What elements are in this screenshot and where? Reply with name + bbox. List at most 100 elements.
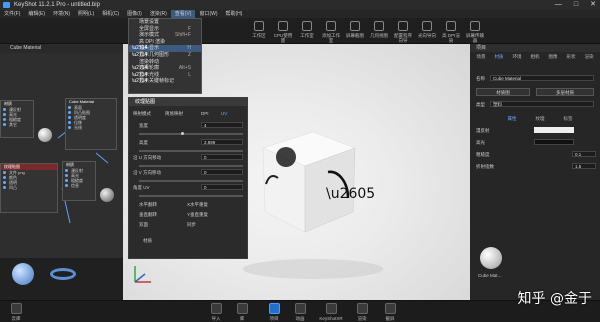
bottom-project[interactable]: 项目 bbox=[262, 303, 286, 322]
menu-image[interactable]: 图像(I) bbox=[123, 10, 146, 18]
menu-view[interactable]: 查看(V) bbox=[170, 10, 196, 18]
angle-uv-input[interactable]: 0 bbox=[201, 184, 243, 190]
node-texture-map[interactable]: 纹理贴图 文件.png 颜色 透明 凹凸 bbox=[0, 163, 58, 213]
library-item-torus[interactable] bbox=[50, 268, 76, 280]
material-thumbnail[interactable] bbox=[480, 247, 502, 269]
u-shift-slider[interactable] bbox=[139, 165, 243, 167]
mode-dpi-radio[interactable]: DPI bbox=[201, 111, 209, 116]
workspace-icon bbox=[254, 21, 264, 31]
bottom-screenshot[interactable]: 截屏 bbox=[378, 303, 402, 322]
material-section-header[interactable]: 材质 bbox=[143, 238, 152, 244]
material-name-field[interactable]: Cube Material bbox=[0, 44, 123, 53]
mode-uv-radio[interactable]: UV bbox=[221, 111, 227, 116]
menu-item-scene-settings[interactable]: 场景设置 bbox=[129, 19, 201, 26]
width-slider[interactable] bbox=[139, 133, 243, 135]
tab-shape[interactable]: 形状 bbox=[562, 54, 580, 60]
tab-camera[interactable]: 相机 bbox=[526, 54, 544, 60]
menu-lighting[interactable]: 照明(L) bbox=[74, 10, 98, 18]
view-dropdown-menu: 场景设置 全屏显示 F 演示模式 Shift+F 高 DPI 渲染 \u2714 轴头… bbox=[128, 18, 202, 94]
menu-item-keyframe-markers[interactable]: \u2714 显示关键帧标记 bbox=[129, 78, 201, 85]
menu-environment[interactable]: 环境(N) bbox=[49, 10, 74, 18]
toolbar-workspace[interactable]: 工作区 bbox=[248, 21, 270, 38]
node-cube-material[interactable]: Cube Material 表面 凹凸贴图 透明度 位移 光线 bbox=[65, 98, 117, 150]
bottom-render[interactable]: 渲染 bbox=[350, 303, 374, 322]
bottom-cloud-library[interactable]: 云库 bbox=[4, 303, 28, 322]
close-button[interactable]: ✕ bbox=[590, 0, 596, 10]
studio-icon bbox=[302, 21, 312, 31]
diffuse-color-swatch[interactable] bbox=[534, 127, 574, 133]
u-shift-input[interactable]: 0 bbox=[201, 154, 243, 160]
library-item-sphere[interactable] bbox=[12, 263, 34, 285]
maximize-button[interactable]: □ bbox=[574, 0, 578, 10]
bottom-import[interactable]: 导入 bbox=[204, 303, 228, 322]
refraction-input[interactable]: 1.5 bbox=[572, 163, 596, 169]
import-icon bbox=[210, 303, 222, 314]
minimize-button[interactable]: — bbox=[555, 0, 562, 10]
material-name-input[interactable]: Cube Material bbox=[490, 75, 594, 81]
subtab-textures[interactable]: 纹理 bbox=[528, 116, 552, 122]
bottom-keyshotxr[interactable]: KeyShotXR bbox=[316, 303, 346, 321]
repeat-y-checkbox[interactable]: Y垂直重复 bbox=[187, 212, 208, 218]
type-select[interactable]: 塑料 bbox=[490, 101, 594, 107]
roughness-input[interactable]: 0.1 bbox=[572, 151, 596, 157]
project-icon bbox=[268, 303, 280, 314]
height-slider[interactable] bbox=[139, 150, 243, 152]
bottom-animation[interactable]: 动画 bbox=[288, 303, 312, 322]
menu-file[interactable]: 文件(F) bbox=[0, 10, 24, 18]
screenshot-icon bbox=[384, 303, 396, 314]
toolbar-geometry-view[interactable]: 几何视图 bbox=[368, 21, 390, 38]
bottom-library[interactable]: 库 bbox=[230, 303, 254, 322]
angle-slider[interactable] bbox=[139, 195, 243, 197]
multi-layer-button[interactable]: 多层材质 bbox=[536, 88, 594, 96]
app-logo-icon bbox=[3, 2, 10, 8]
width-slider-knob[interactable] bbox=[181, 132, 184, 135]
type-label: 类型 bbox=[476, 102, 485, 107]
toolbar-transfer[interactable]: 屏幕传输器 bbox=[464, 21, 486, 43]
height-input[interactable]: 2.899 bbox=[201, 139, 243, 145]
toolbar-studio[interactable]: 工作室 bbox=[296, 21, 318, 38]
two-sided-checkbox[interactable]: 双面 bbox=[139, 222, 148, 228]
toolbar-high-dpi[interactable]: 高 DPI渲染 bbox=[440, 21, 462, 43]
menu-item-show-axis[interactable]: \u2714 轴头显示 H bbox=[129, 45, 201, 52]
subtab-labels[interactable]: 标签 bbox=[556, 116, 580, 122]
menu-help[interactable]: 帮助(H) bbox=[222, 10, 247, 18]
v-shift-slider[interactable] bbox=[139, 180, 243, 182]
menu-item-presentation[interactable]: 演示模式 Shift+F bbox=[129, 32, 201, 39]
toolbar-screenshot[interactable]: 屏幕截图 bbox=[344, 21, 366, 38]
tab-scene[interactable]: 场景 bbox=[472, 54, 490, 60]
flip-h-checkbox[interactable]: 水平翻转 bbox=[139, 202, 157, 208]
material-graph-button[interactable]: 材质图 bbox=[476, 88, 530, 96]
toolbar-config-wizard[interactable]: 配置程序向导 bbox=[392, 21, 414, 43]
library-strip bbox=[0, 258, 123, 300]
menu-item-select-outline[interactable]: \u2714 选择轮廓 Alt+S bbox=[129, 65, 201, 72]
tab-environment[interactable]: 环境 bbox=[508, 54, 526, 60]
toolbar-cpu[interactable]: CPU使用量 bbox=[272, 21, 294, 43]
title-bar: KeyShot 11.2.1 Pro - untitled.bip — □ ✕ bbox=[0, 0, 600, 10]
node-material-1[interactable]: 材质 漫反射 高光 粗糙度 其它 bbox=[0, 100, 34, 138]
menu-item-show-geometry[interactable]: \u2714 显示几何图形 Z bbox=[129, 52, 201, 59]
add-studio-icon bbox=[326, 21, 336, 31]
node-material-2[interactable]: 材质 漫反射 高光 粗糙度 信息 bbox=[62, 161, 96, 201]
toolbar-add-studio[interactable]: 添加工作室 bbox=[320, 21, 342, 43]
width-label: 宽度 bbox=[139, 123, 148, 128]
height-label: 高度 bbox=[139, 140, 148, 145]
menu-render[interactable]: 渲染(R) bbox=[146, 10, 171, 18]
graph-links bbox=[57, 124, 109, 224]
subtab-properties[interactable]: 属性 bbox=[500, 116, 524, 122]
tab-render[interactable]: 渲染 bbox=[580, 54, 598, 60]
tab-image[interactable]: 图像 bbox=[544, 54, 562, 60]
repeat-x-checkbox[interactable]: X水平重复 bbox=[187, 202, 208, 208]
v-shift-input[interactable]: 0 bbox=[201, 169, 243, 175]
specular-color-swatch[interactable] bbox=[534, 139, 574, 145]
camera-icon bbox=[350, 21, 360, 31]
tab-material[interactable]: 材质 bbox=[490, 54, 508, 60]
toolbar-light-manager[interactable]: 光向导向 bbox=[416, 21, 438, 38]
width-input[interactable]: 4 bbox=[201, 122, 243, 128]
flip-v-checkbox[interactable]: 垂直翻转 bbox=[139, 212, 157, 218]
menu-window[interactable]: 窗口(W) bbox=[195, 10, 221, 18]
menu-camera[interactable]: 相机(C) bbox=[98, 10, 123, 18]
mode-simple-radio[interactable]: 简易映射 bbox=[165, 111, 183, 117]
material-graph[interactable]: 材质 漫反射 高光 粗糙度 其它 Cube Material 表面 凹凸贴图 透… bbox=[0, 53, 123, 258]
menu-edit[interactable]: 编辑(E) bbox=[24, 10, 49, 18]
sync-checkbox[interactable]: 同步 bbox=[187, 222, 196, 228]
